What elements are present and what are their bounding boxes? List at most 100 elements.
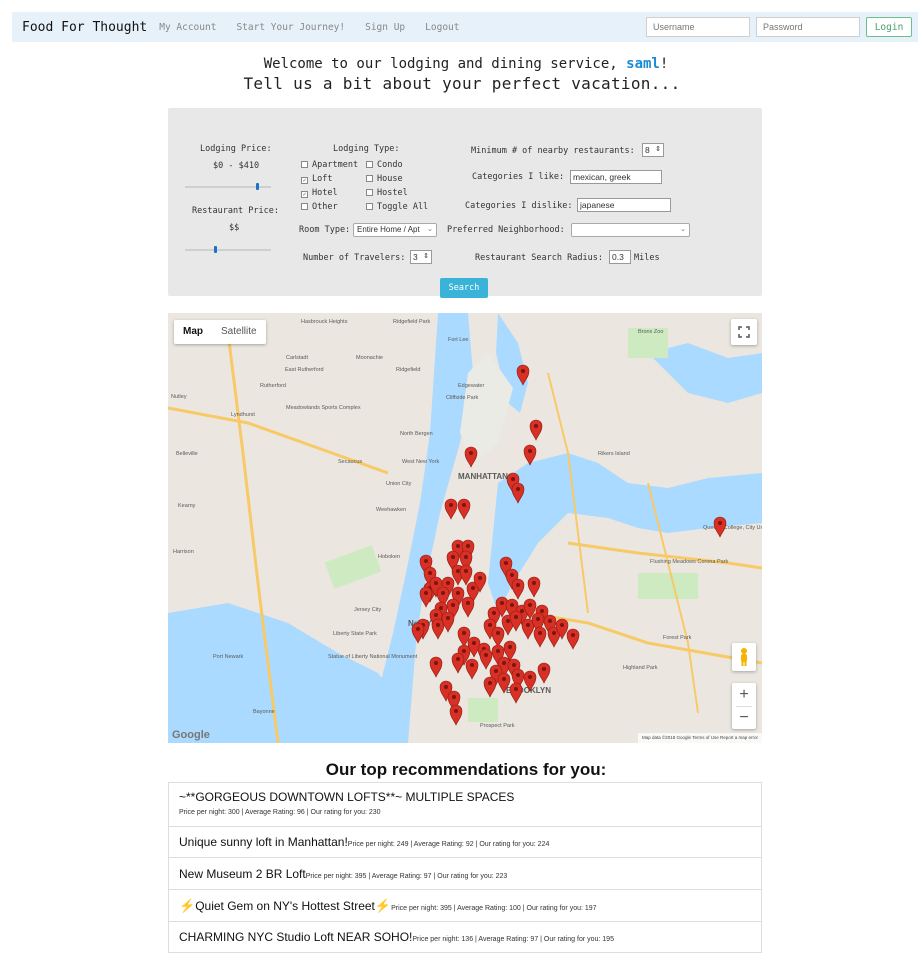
map-pin-dot	[504, 561, 508, 565]
min-restaurants-input[interactable]: 8 ⇕	[642, 143, 664, 157]
map-label: Hoboken	[378, 554, 400, 560]
search-button[interactable]: Search	[440, 278, 488, 298]
welcome-header: Welcome to our lodging and dining servic…	[0, 56, 924, 95]
zoom-divider	[736, 706, 752, 707]
recommendation-item[interactable]: ⚡Quiet Gem on NY's Hottest Street⚡Price …	[169, 890, 761, 922]
nav-logout[interactable]: Logout	[425, 22, 459, 33]
restaurant-price-slider-handle[interactable]	[214, 246, 218, 253]
map-label: Bronx Zoo	[638, 329, 663, 335]
travelers-input[interactable]: 3 ⇕	[410, 250, 432, 264]
brand-link[interactable]: Food For Thought	[22, 20, 147, 35]
lodging-type-hotel[interactable]: ✓ Hotel	[301, 188, 338, 198]
map-type-map-button[interactable]: Map	[174, 320, 212, 344]
map-pin-dot	[434, 613, 438, 617]
map-pin-dot	[536, 617, 540, 621]
map-pin-dot	[452, 695, 456, 699]
recommendation-item[interactable]: ~**GORGEOUS DOWNTOWN LOFTS**~ MULTIPLE S…	[169, 783, 761, 827]
chevron-down-icon: ⌄	[680, 226, 686, 233]
map-pin-dot	[446, 581, 450, 585]
nav-sign-up[interactable]: Sign Up	[365, 22, 405, 33]
map-pin-dot	[534, 424, 538, 428]
categories-like-label: Categories I like:	[472, 172, 565, 182]
map-pin-dot	[446, 616, 450, 620]
map-type-satellite-button[interactable]: Satellite	[212, 320, 266, 344]
other-checkbox[interactable]	[301, 203, 308, 210]
recommendation-item[interactable]: Unique sunny loft in Manhattan!Price per…	[169, 827, 761, 858]
restaurant-price-value: $$	[229, 223, 240, 233]
categories-dislike-label: Categories I dislike:	[465, 201, 573, 211]
recommendation-item[interactable]: New Museum 2 BR LoftPrice per night: 395…	[169, 858, 761, 890]
stepper-icon[interactable]: ⇕	[423, 251, 429, 263]
recommendation-item[interactable]: CHARMING NYC Studio Loft NEAR SOHO!Price…	[169, 922, 761, 953]
recommendation-name[interactable]: CHARMING NYC Studio Loft NEAR SOHO!	[179, 930, 412, 944]
password-input[interactable]	[756, 17, 860, 37]
map-label: Hasbrouck Heights	[301, 319, 348, 325]
lodging-type-hostel[interactable]: Hostel	[366, 188, 408, 198]
lightning-icon: ⚡	[179, 898, 196, 913]
map-pin-dot	[512, 663, 516, 667]
map-pin-dot	[464, 555, 468, 559]
lodging-type-toggle-all[interactable]: Toggle All	[366, 202, 428, 212]
prospect-park	[468, 698, 498, 722]
toggle-all-label: Toggle All	[377, 202, 429, 212]
map-label: Harrison	[173, 549, 194, 555]
map-pin-dot	[532, 581, 536, 585]
radius-input[interactable]: 0.3	[609, 250, 631, 264]
map-attribution[interactable]: Map data ©2018 Google Terms of Use Repor…	[637, 733, 762, 743]
map-pin-dot	[502, 677, 506, 681]
room-type-value: Entire Home / Apt	[357, 225, 420, 234]
condo-checkbox[interactable]	[366, 161, 373, 168]
hostel-checkbox[interactable]	[366, 189, 373, 196]
lodging-price-slider-handle[interactable]	[255, 183, 259, 190]
map-pin-dot	[456, 591, 460, 595]
zoom-out-button[interactable]: −	[732, 706, 756, 729]
zoom-in-button[interactable]: +	[732, 683, 756, 706]
map-pin-dot	[516, 673, 520, 677]
google-logo: Google	[172, 729, 210, 741]
loft-checkbox[interactable]: ✓	[301, 177, 308, 184]
stepper-icon[interactable]: ⇕	[655, 144, 661, 156]
recommendation-name[interactable]: Quiet Gem on NY's Hottest Street	[195, 899, 375, 913]
lodging-type-condo[interactable]: Condo	[366, 160, 403, 170]
nav-my-account[interactable]: My Account	[159, 22, 216, 33]
flushing-meadows-park	[638, 573, 698, 599]
lodging-type-other[interactable]: Other	[301, 202, 338, 212]
map-pin-dot	[540, 609, 544, 613]
recommendation-name[interactable]: ~**GORGEOUS DOWNTOWN LOFTS**~ MULTIPLE S…	[179, 790, 751, 804]
welcome-username: saml	[626, 56, 660, 72]
map-pin-dot	[466, 601, 470, 605]
loft-label: Loft	[312, 174, 333, 184]
map-label: Union City	[386, 481, 412, 487]
map-canvas[interactable]: Hasbrouck Heights Ridgefield Park Fort Lee…	[168, 313, 762, 743]
lodging-type-apartment[interactable]: Apartment	[301, 160, 358, 170]
hotel-checkbox[interactable]: ✓	[301, 191, 308, 198]
toggle-all-checkbox[interactable]	[366, 203, 373, 210]
lodging-type-house[interactable]: House	[366, 174, 403, 184]
street-view-pegman[interactable]	[732, 643, 756, 671]
lodging-type-loft[interactable]: ✓ Loft	[301, 174, 332, 184]
map-pin-dot	[456, 569, 460, 573]
map[interactable]: Hasbrouck Heights Ridgefield Park Fort Lee…	[168, 313, 762, 743]
username-input[interactable]	[646, 17, 750, 37]
restaurant-price-slider[interactable]	[185, 249, 271, 251]
nav-start-journey[interactable]: Start Your Journey!	[236, 22, 345, 33]
categories-like-input[interactable]: mexican, greek	[570, 170, 662, 184]
fullscreen-button[interactable]	[731, 319, 757, 345]
map-pin-dot	[492, 611, 496, 615]
map-label: Lyndhurst	[231, 412, 255, 418]
map-pin-dot	[548, 619, 552, 623]
map-pin-dot	[451, 555, 455, 559]
neighborhood-select[interactable]: ⌄	[571, 223, 690, 237]
recommendation-name[interactable]: New Museum 2 BR Loft	[179, 867, 306, 881]
house-checkbox[interactable]	[366, 175, 373, 182]
categories-dislike-input[interactable]: japanese	[577, 198, 671, 212]
zoom-control: + −	[732, 683, 756, 729]
recommendation-meta: Price per night: 249 | Average Rating: 9…	[347, 841, 550, 848]
navbar: Food For Thought My Account Start Your J…	[12, 12, 918, 42]
map-pin-dot	[506, 619, 510, 623]
room-type-select[interactable]: Entire Home / Apt ⌄	[353, 223, 437, 237]
login-button[interactable]: Login	[866, 17, 912, 37]
recommendation-name[interactable]: Unique sunny loft in Manhattan!	[179, 835, 348, 849]
apartment-checkbox[interactable]	[301, 161, 308, 168]
map-pin-dot	[488, 681, 492, 685]
